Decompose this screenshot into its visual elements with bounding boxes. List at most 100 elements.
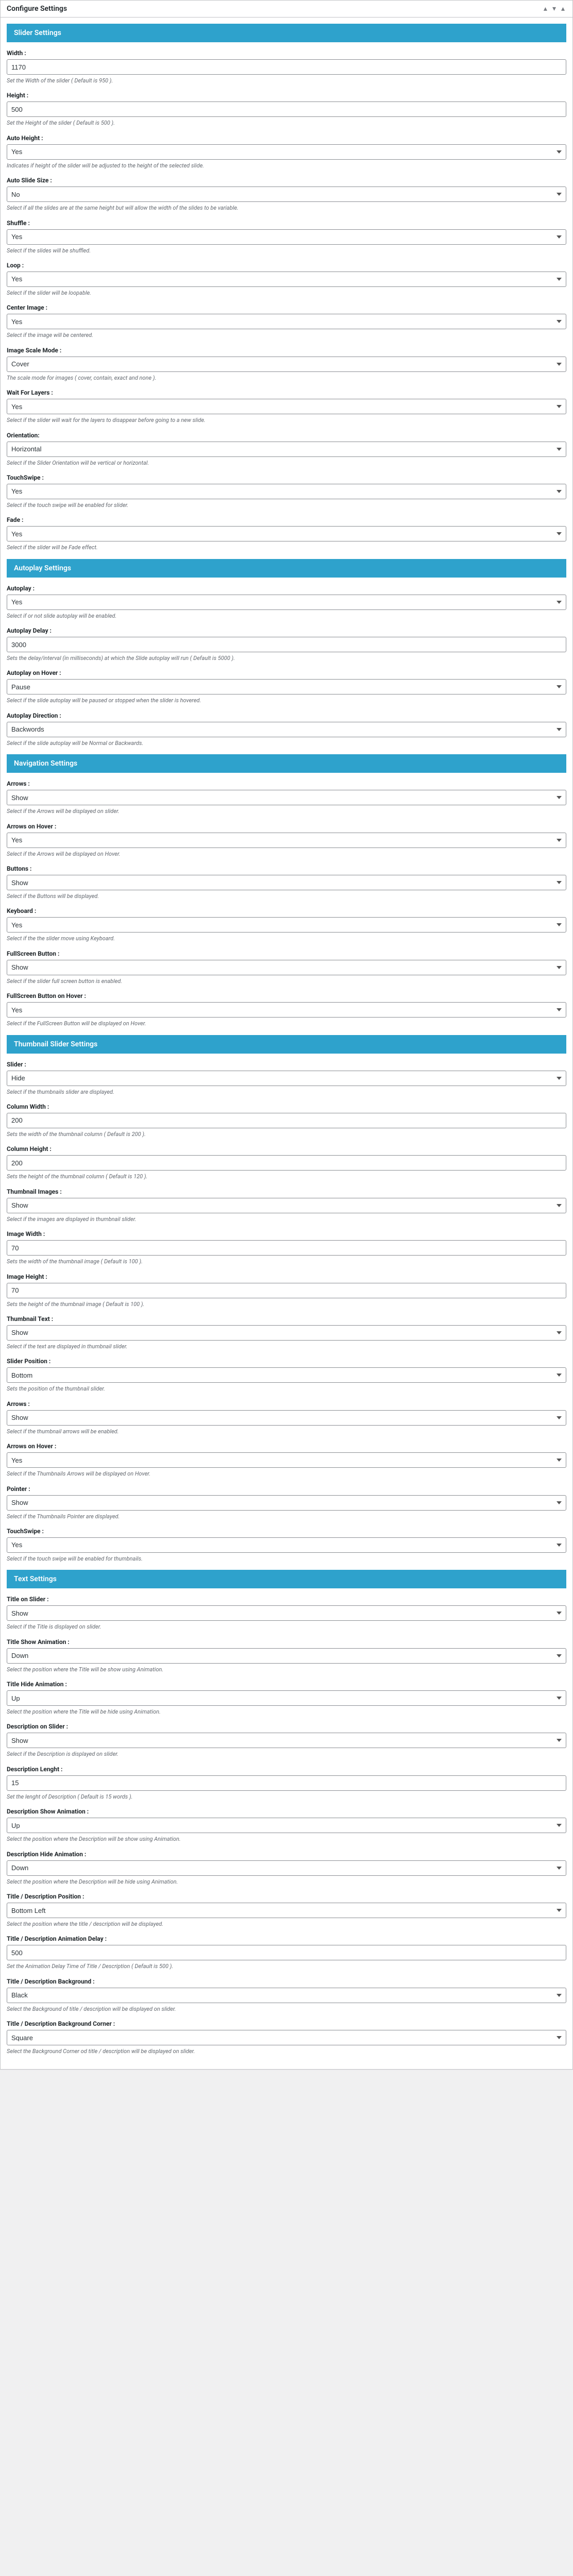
section-text-header: Text Settings [7,1570,566,1588]
shuffle-label: Shuffle : [7,219,566,227]
section-autoplay-header: Autoplay Settings [7,559,566,578]
autoheight-hint: Indicates if height of the slider will b… [7,162,566,170]
imagescale-select[interactable]: Cover [7,357,566,372]
height-hint: Set the Height of the slider ( Default i… [7,119,566,127]
thumb-text-label: Thumbnail Text : [7,1315,566,1323]
shuffle-hint: Select if the slides will be shuffled. [7,247,566,255]
nav-fshover-hint: Select if the FullScreen Button will be … [7,1020,566,1027]
thumb-slider-label: Slider : [7,1061,566,1068]
nav-buttons-select[interactable]: Show [7,875,566,890]
width-hint: Set the Width of the slider ( Default is… [7,77,566,84]
text-desconslider-select[interactable]: Show [7,1733,566,1748]
touchswipe-select[interactable]: Yes [7,484,566,499]
text-descshowanim-select[interactable]: Up [7,1818,566,1833]
thumb-arrows-select[interactable]: Show [7,1410,566,1426]
thumb-colheight-input[interactable] [7,1155,566,1171]
text-titleshowanim-hint: Select the position where the Title will… [7,1666,566,1673]
nav-keyboard-label: Keyboard : [7,907,566,914]
thumb-colwidth-label: Column Width : [7,1103,566,1110]
thumb-imgheight-input[interactable] [7,1283,566,1298]
thumb-arrowshover-hint: Select if the Thumbnails Arrows will be … [7,1470,566,1478]
nav-arrows-select[interactable]: Show [7,790,566,805]
autoplay-select[interactable]: Yes [7,595,566,610]
text-titleonslider-select[interactable]: Show [7,1605,566,1621]
text-animdelay-hint: Set the Animation Delay Time of Title / … [7,1962,566,1970]
panel-down-icon[interactable]: ▾ [551,5,558,13]
waitlayers-label: Wait For Layers : [7,389,566,396]
autoplaydelay-input[interactable] [7,637,566,652]
loop-select[interactable]: Yes [7,272,566,287]
autoslidesize-select[interactable]: No [7,187,566,202]
nav-arrowshover-select[interactable]: Yes [7,833,566,848]
thumb-imgwidth-input[interactable] [7,1240,566,1256]
autoheight-select[interactable]: Yes [7,144,566,160]
text-titleshowanim-select[interactable]: Down [7,1648,566,1664]
touchswipe-hint: Select if the touch swipe will be enable… [7,501,566,509]
text-desclength-label: Description Lenght : [7,1766,566,1773]
thumb-pointer-select[interactable]: Show [7,1495,566,1511]
text-desclength-input[interactable] [7,1775,566,1791]
nav-fshover-select[interactable]: Yes [7,1002,566,1018]
panel-up-icon[interactable]: ▴ [542,5,549,13]
thumb-slider-hint: Select if the thumbnails slider are disp… [7,1088,566,1096]
autoplaydir-select[interactable]: Backwords [7,722,566,737]
section-slider-header: Slider Settings [7,24,566,42]
waitlayers-select[interactable]: Yes [7,399,566,414]
autoplay-label: Autoplay : [7,585,566,592]
nav-fshover-label: FullScreen Button on Hover : [7,992,566,999]
autoslidesize-hint: Select if all the slides are at the same… [7,204,566,212]
autoplayhover-label: Autoplay on Hover : [7,669,566,676]
thumb-arrowshover-select[interactable]: Yes [7,1452,566,1468]
text-desconslider-hint: Select if the Description is displayed o… [7,1750,566,1758]
orientation-label: Orientation: [7,432,566,439]
panel-title: Configure Settings [7,5,67,13]
text-titleonslider-hint: Select if the Title is displayed on slid… [7,1623,566,1631]
thumb-touchswipe-select[interactable]: Yes [7,1537,566,1553]
thumb-text-hint: Select if the text are displayed in thum… [7,1343,566,1350]
thumb-colwidth-input[interactable] [7,1113,566,1128]
autoplaydir-label: Autoplay Direction : [7,712,566,719]
autoplayhover-select[interactable]: Pause [7,679,566,694]
thumb-touchswipe-label: TouchSwipe : [7,1528,566,1535]
thumb-colwidth-hint: Sets the width of the thumbnail column (… [7,1130,566,1138]
panel-toggle-icon[interactable]: ▴ [560,5,566,13]
thumb-imgheight-hint: Sets the height of the thumbnail image (… [7,1300,566,1308]
thumb-slider-select[interactable]: Hide [7,1071,566,1086]
text-deschideanim-select[interactable]: Down [7,1860,566,1876]
autoheight-label: Auto Height : [7,134,566,142]
thumb-images-hint: Select if the images are displayed in th… [7,1215,566,1223]
imagescale-label: Image Scale Mode : [7,347,566,354]
fade-hint: Select if the slider will be Fade effect… [7,544,566,551]
text-animdelay-input[interactable] [7,1945,566,1960]
settings-panel: Configure Settings ▴ ▾ ▴ Slider Settings… [0,0,573,2070]
text-titlehideanim-select[interactable]: Up [7,1690,566,1706]
section-thumbnail-header: Thumbnail Slider Settings [7,1035,566,1054]
thumb-text-select[interactable]: Show [7,1325,566,1341]
text-descshowanim-label: Description Show Animation : [7,1808,566,1815]
fade-select[interactable]: Yes [7,526,566,541]
text-titleonslider-label: Title on Slider : [7,1596,566,1603]
height-input[interactable] [7,101,566,117]
text-deschideanim-label: Description Hide Animation : [7,1851,566,1858]
nav-keyboard-select[interactable]: Yes [7,917,566,933]
autoplay-hint: Select if or not slide autoplay will be … [7,612,566,620]
orientation-select[interactable]: Horizontal [7,442,566,457]
thumb-imgheight-label: Image Height : [7,1273,566,1280]
touchswipe-label: TouchSwipe : [7,474,566,481]
thumb-arrows-hint: Select if the thumbnail arrows will be e… [7,1428,566,1435]
thumb-position-select[interactable]: Bottom [7,1367,566,1383]
text-bg-select[interactable]: Black [7,1988,566,2003]
text-desconslider-label: Description on Slider : [7,1723,566,1730]
text-position-select[interactable]: Bottom Left [7,1903,566,1918]
nav-fsbutton-select[interactable]: Show [7,960,566,975]
panel-actions: ▴ ▾ ▴ [542,5,566,13]
autoplayhover-hint: Select if the slide autoplay will be pau… [7,697,566,704]
text-titlehideanim-hint: Select the position where the Title will… [7,1708,566,1716]
centerimage-select[interactable]: Yes [7,314,566,329]
panel-body: Slider Settings Width :Set the Width of … [1,18,572,2069]
thumb-images-select[interactable]: Show [7,1198,566,1213]
width-input[interactable] [7,59,566,75]
text-bgcorner-select[interactable]: Square [7,2030,566,2045]
autoslidesize-label: Auto Slide Size : [7,177,566,184]
shuffle-select[interactable]: Yes [7,229,566,245]
